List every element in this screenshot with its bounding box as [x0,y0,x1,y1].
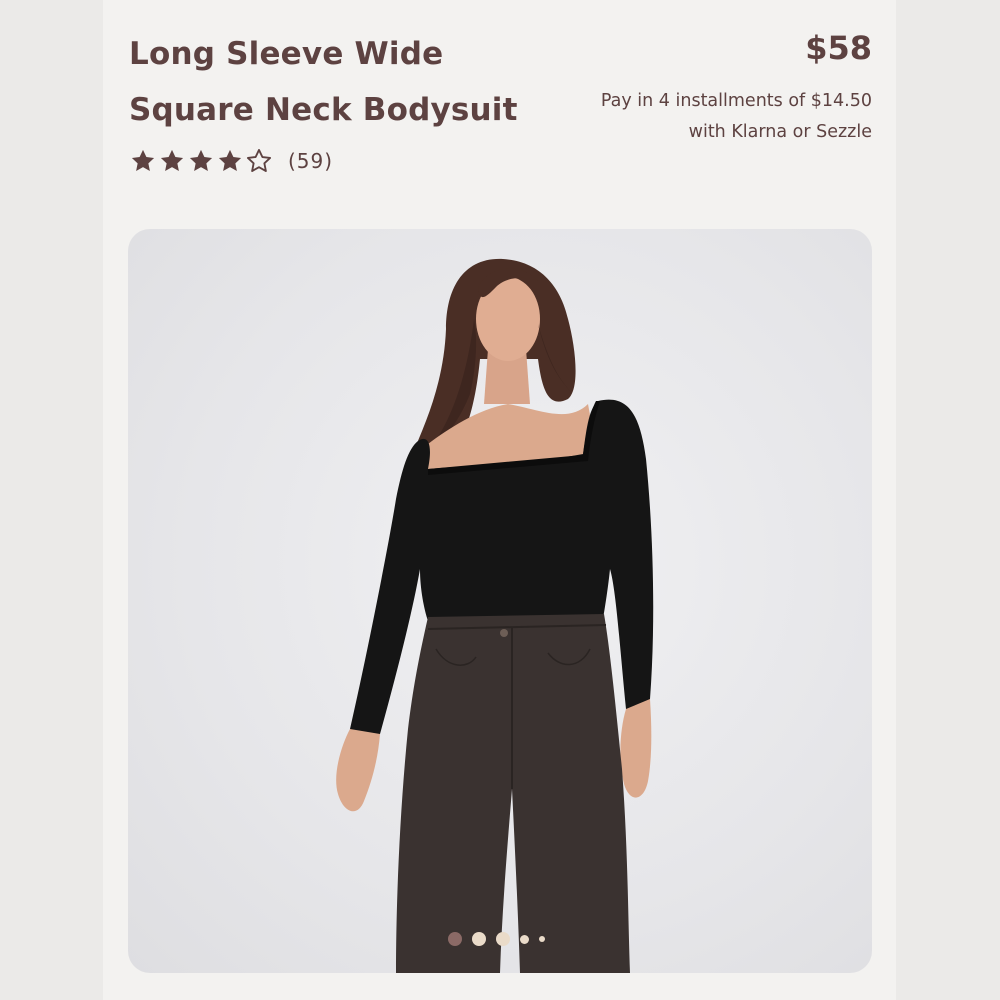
right-margin [896,0,1000,1000]
carousel-dot-2[interactable] [472,932,486,946]
star-filled-icon [160,149,184,172]
carousel-dot-3[interactable] [496,932,510,946]
star-filled-icon [131,149,155,172]
product-title: Long Sleeve Wide Square Neck Bodysuit [129,26,569,138]
product-title-line-1: Long Sleeve Wide [129,36,444,72]
carousel-dots [448,929,545,949]
product-title-line-2: Square Neck Bodysuit [129,92,518,128]
left-margin [0,0,103,1000]
star-filled-icon [218,149,242,172]
carousel-dot-5[interactable] [539,936,545,942]
star-outline-icon [246,148,272,172]
product-image[interactable] [128,229,872,973]
star-filled-icon [189,149,213,172]
carousel-dot-1[interactable] [448,932,462,946]
installments-line-1: Pay in 4 installments of $14.50 [600,91,872,111]
carousel-dot-4[interactable] [520,934,529,944]
review-count: (59) [288,149,334,173]
model-photo [336,258,654,973]
product-card: Long Sleeve Wide Square Neck Bodysuit $5… [103,0,896,1000]
rating[interactable]: (59) [129,144,333,178]
installments-line-2: with Klarna or Sezzle [688,122,872,142]
product-price: $58 [805,29,872,67]
installments-info[interactable]: Pay in 4 installments of $14.50 with Kla… [542,86,872,148]
